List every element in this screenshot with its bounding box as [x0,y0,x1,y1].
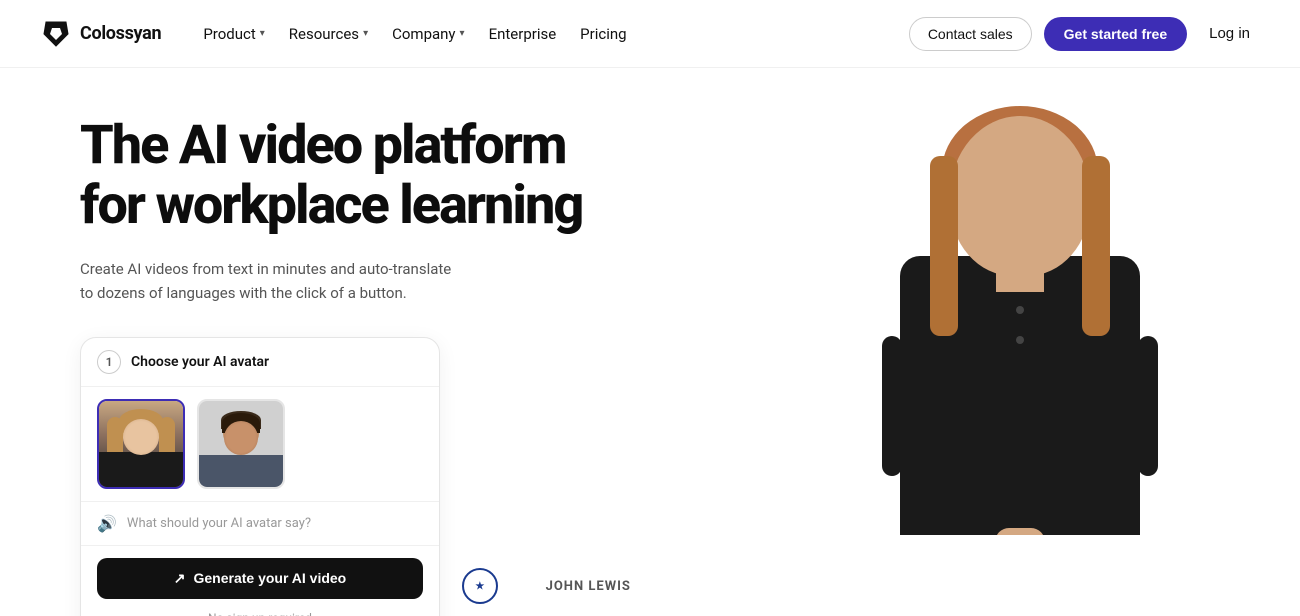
nav-product[interactable]: Product ▾ [193,19,274,49]
step-label: Choose your AI avatar [131,354,269,370]
no-signup-text: No sign up required [81,611,439,616]
hero-avatar-image [740,68,1300,616]
nav-pricing[interactable]: Pricing [570,19,636,49]
nav-actions: Contact sales Get started free Log in [909,17,1260,51]
logo[interactable]: Colossyan [40,18,161,50]
hair-right [1082,156,1110,336]
demo-widget: 1 Choose your AI avatar [80,337,440,616]
step-row: 1 Choose your AI avatar [81,338,439,387]
chevron-down-icon: ▾ [260,28,265,39]
chevron-down-icon: ▾ [460,28,465,39]
login-button[interactable]: Log in [1199,19,1260,48]
hero-content: The AI video platform for workplace lear… [0,68,582,616]
nav-resources[interactable]: Resources ▾ [279,19,378,49]
avatar-options [81,387,439,502]
step-number: 1 [97,350,121,374]
generate-icon: ↗ [174,570,186,587]
say-placeholder: What should your AI avatar say? [127,516,311,531]
navbar: Colossyan Product ▾ Resources ▾ Company … [0,0,1300,68]
contact-sales-button[interactable]: Contact sales [909,17,1032,51]
hero-section: The AI video platform for workplace lear… [0,68,1300,616]
nav-links: Product ▾ Resources ▾ Company ▾ Enterpri… [193,19,909,49]
hero-subtitle: Create AI videos from text in minutes an… [80,257,460,305]
say-row[interactable]: 🔊 What should your AI avatar say? [81,502,439,546]
avatar-option-2[interactable] [197,399,285,489]
avatar-option-1[interactable] [97,399,185,489]
nav-company[interactable]: Company ▾ [382,19,474,49]
logo-text: Colossyan [80,23,161,44]
get-started-button[interactable]: Get started free [1044,17,1187,51]
logo-icon [40,18,72,50]
generate-button[interactable]: ↗ Generate your AI video [97,558,423,599]
person-head [950,116,1090,276]
chevron-down-icon: ▾ [363,28,368,39]
hair-left [930,156,958,336]
audio-icon: 🔊 [97,514,117,533]
nav-enterprise[interactable]: Enterprise [479,19,567,49]
hero-title: The AI video platform for workplace lear… [80,116,582,237]
